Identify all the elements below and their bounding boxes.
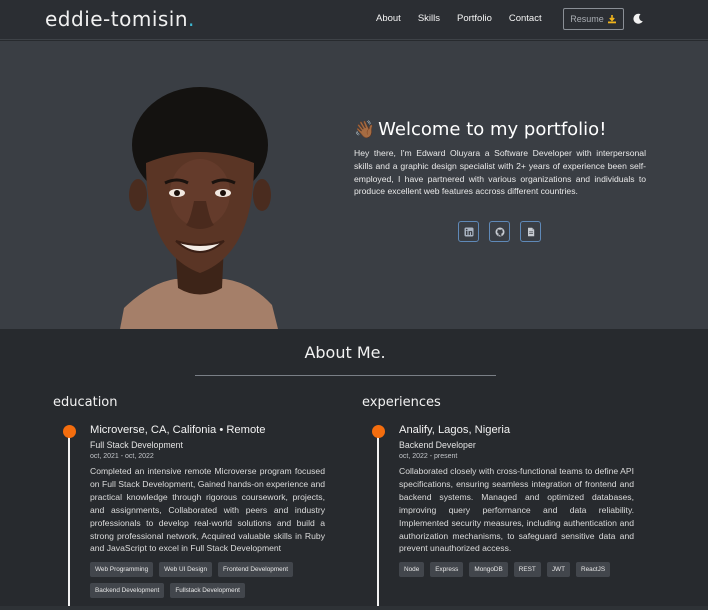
hero-section: 👋🏾 Welcome to my portfolio! Hey there, I… bbox=[0, 41, 708, 329]
resume-doc-button[interactable] bbox=[520, 221, 541, 242]
education-tag: Frontend Development bbox=[218, 562, 294, 578]
bottom-strip bbox=[0, 606, 708, 610]
welcome-text: Welcome to my portfolio! bbox=[378, 119, 607, 140]
about-divider bbox=[195, 375, 496, 376]
education-entry: Microverse, CA, Califonia • Remote Full … bbox=[90, 424, 325, 599]
experience-entry: Analify, Lagos, Nigeria Backend Develope… bbox=[399, 424, 634, 578]
wave-icon: 👋🏾 bbox=[354, 119, 376, 140]
education-tags: Web Programming Web UI Design Frontend D… bbox=[90, 562, 325, 599]
profile-photo bbox=[120, 87, 278, 329]
welcome-heading: 👋🏾 Welcome to my portfolio! bbox=[354, 119, 606, 140]
education-date: oct, 2021 - oct, 2022 bbox=[90, 453, 154, 460]
education-tag: Web Programming bbox=[90, 562, 154, 578]
education-place: Microverse, CA, Califonia • Remote bbox=[90, 424, 266, 436]
education-tag: Backend Development bbox=[90, 583, 165, 599]
education-timeline-line bbox=[68, 436, 70, 610]
nav-link-skills[interactable]: Skills bbox=[418, 13, 440, 24]
experience-place: Analify, Lagos, Nigeria bbox=[399, 424, 511, 436]
resume-label: Resume bbox=[570, 14, 604, 24]
experience-description: Collaborated closely with cross-function… bbox=[399, 466, 634, 554]
experience-tag: MongoDB bbox=[469, 562, 508, 578]
github-icon bbox=[495, 227, 504, 236]
experience-tag: JWT bbox=[546, 562, 570, 578]
experience-role: Backend Developer bbox=[399, 440, 476, 450]
document-icon bbox=[527, 227, 534, 236]
nav-links: About Skills Portfolio Contact bbox=[376, 13, 559, 24]
nav-link-contact[interactable]: Contact bbox=[509, 13, 542, 24]
resume-button[interactable]: Resume bbox=[563, 8, 624, 30]
experience-tag: ReactJS bbox=[575, 562, 611, 578]
moon-icon[interactable] bbox=[632, 13, 644, 25]
experience-tag: Node bbox=[399, 562, 425, 578]
nav-link-portfolio[interactable]: Portfolio bbox=[457, 13, 492, 24]
brand-name: eddie-tomisin bbox=[45, 7, 189, 31]
experience-date: oct, 2022 - present bbox=[399, 453, 458, 460]
nav-link-about[interactable]: About bbox=[376, 13, 401, 24]
github-button[interactable] bbox=[489, 221, 510, 242]
linkedin-icon bbox=[464, 227, 473, 236]
brand-dot: . bbox=[188, 7, 195, 31]
education-role: Full Stack Development bbox=[90, 440, 183, 450]
experience-tag: Express bbox=[430, 562, 464, 578]
brand-logo[interactable]: eddie-tomisin. bbox=[45, 7, 195, 31]
experiences-timeline-line bbox=[377, 436, 379, 610]
about-title: About Me. bbox=[304, 343, 386, 362]
education-description: Completed an intensive remote Microverse… bbox=[90, 466, 325, 554]
education-heading: education bbox=[53, 395, 118, 410]
linkedin-button[interactable] bbox=[458, 221, 479, 242]
experiences-heading: experiences bbox=[362, 395, 441, 410]
experience-tag: REST bbox=[513, 562, 541, 578]
social-links bbox=[458, 221, 541, 242]
education-tag: Fullstack Development bbox=[170, 583, 245, 599]
education-timeline-dot bbox=[63, 425, 76, 438]
top-nav: eddie-tomisin. About Skills Portfolio Co… bbox=[0, 0, 708, 40]
education-tag: Web UI Design bbox=[159, 562, 213, 578]
intro-paragraph: Hey there, I'm Edward Oluyara a Software… bbox=[354, 148, 646, 197]
experiences-timeline-dot bbox=[372, 425, 385, 438]
download-icon bbox=[607, 15, 616, 24]
experience-tags: Node Express MongoDB REST JWT ReactJS bbox=[399, 562, 634, 578]
